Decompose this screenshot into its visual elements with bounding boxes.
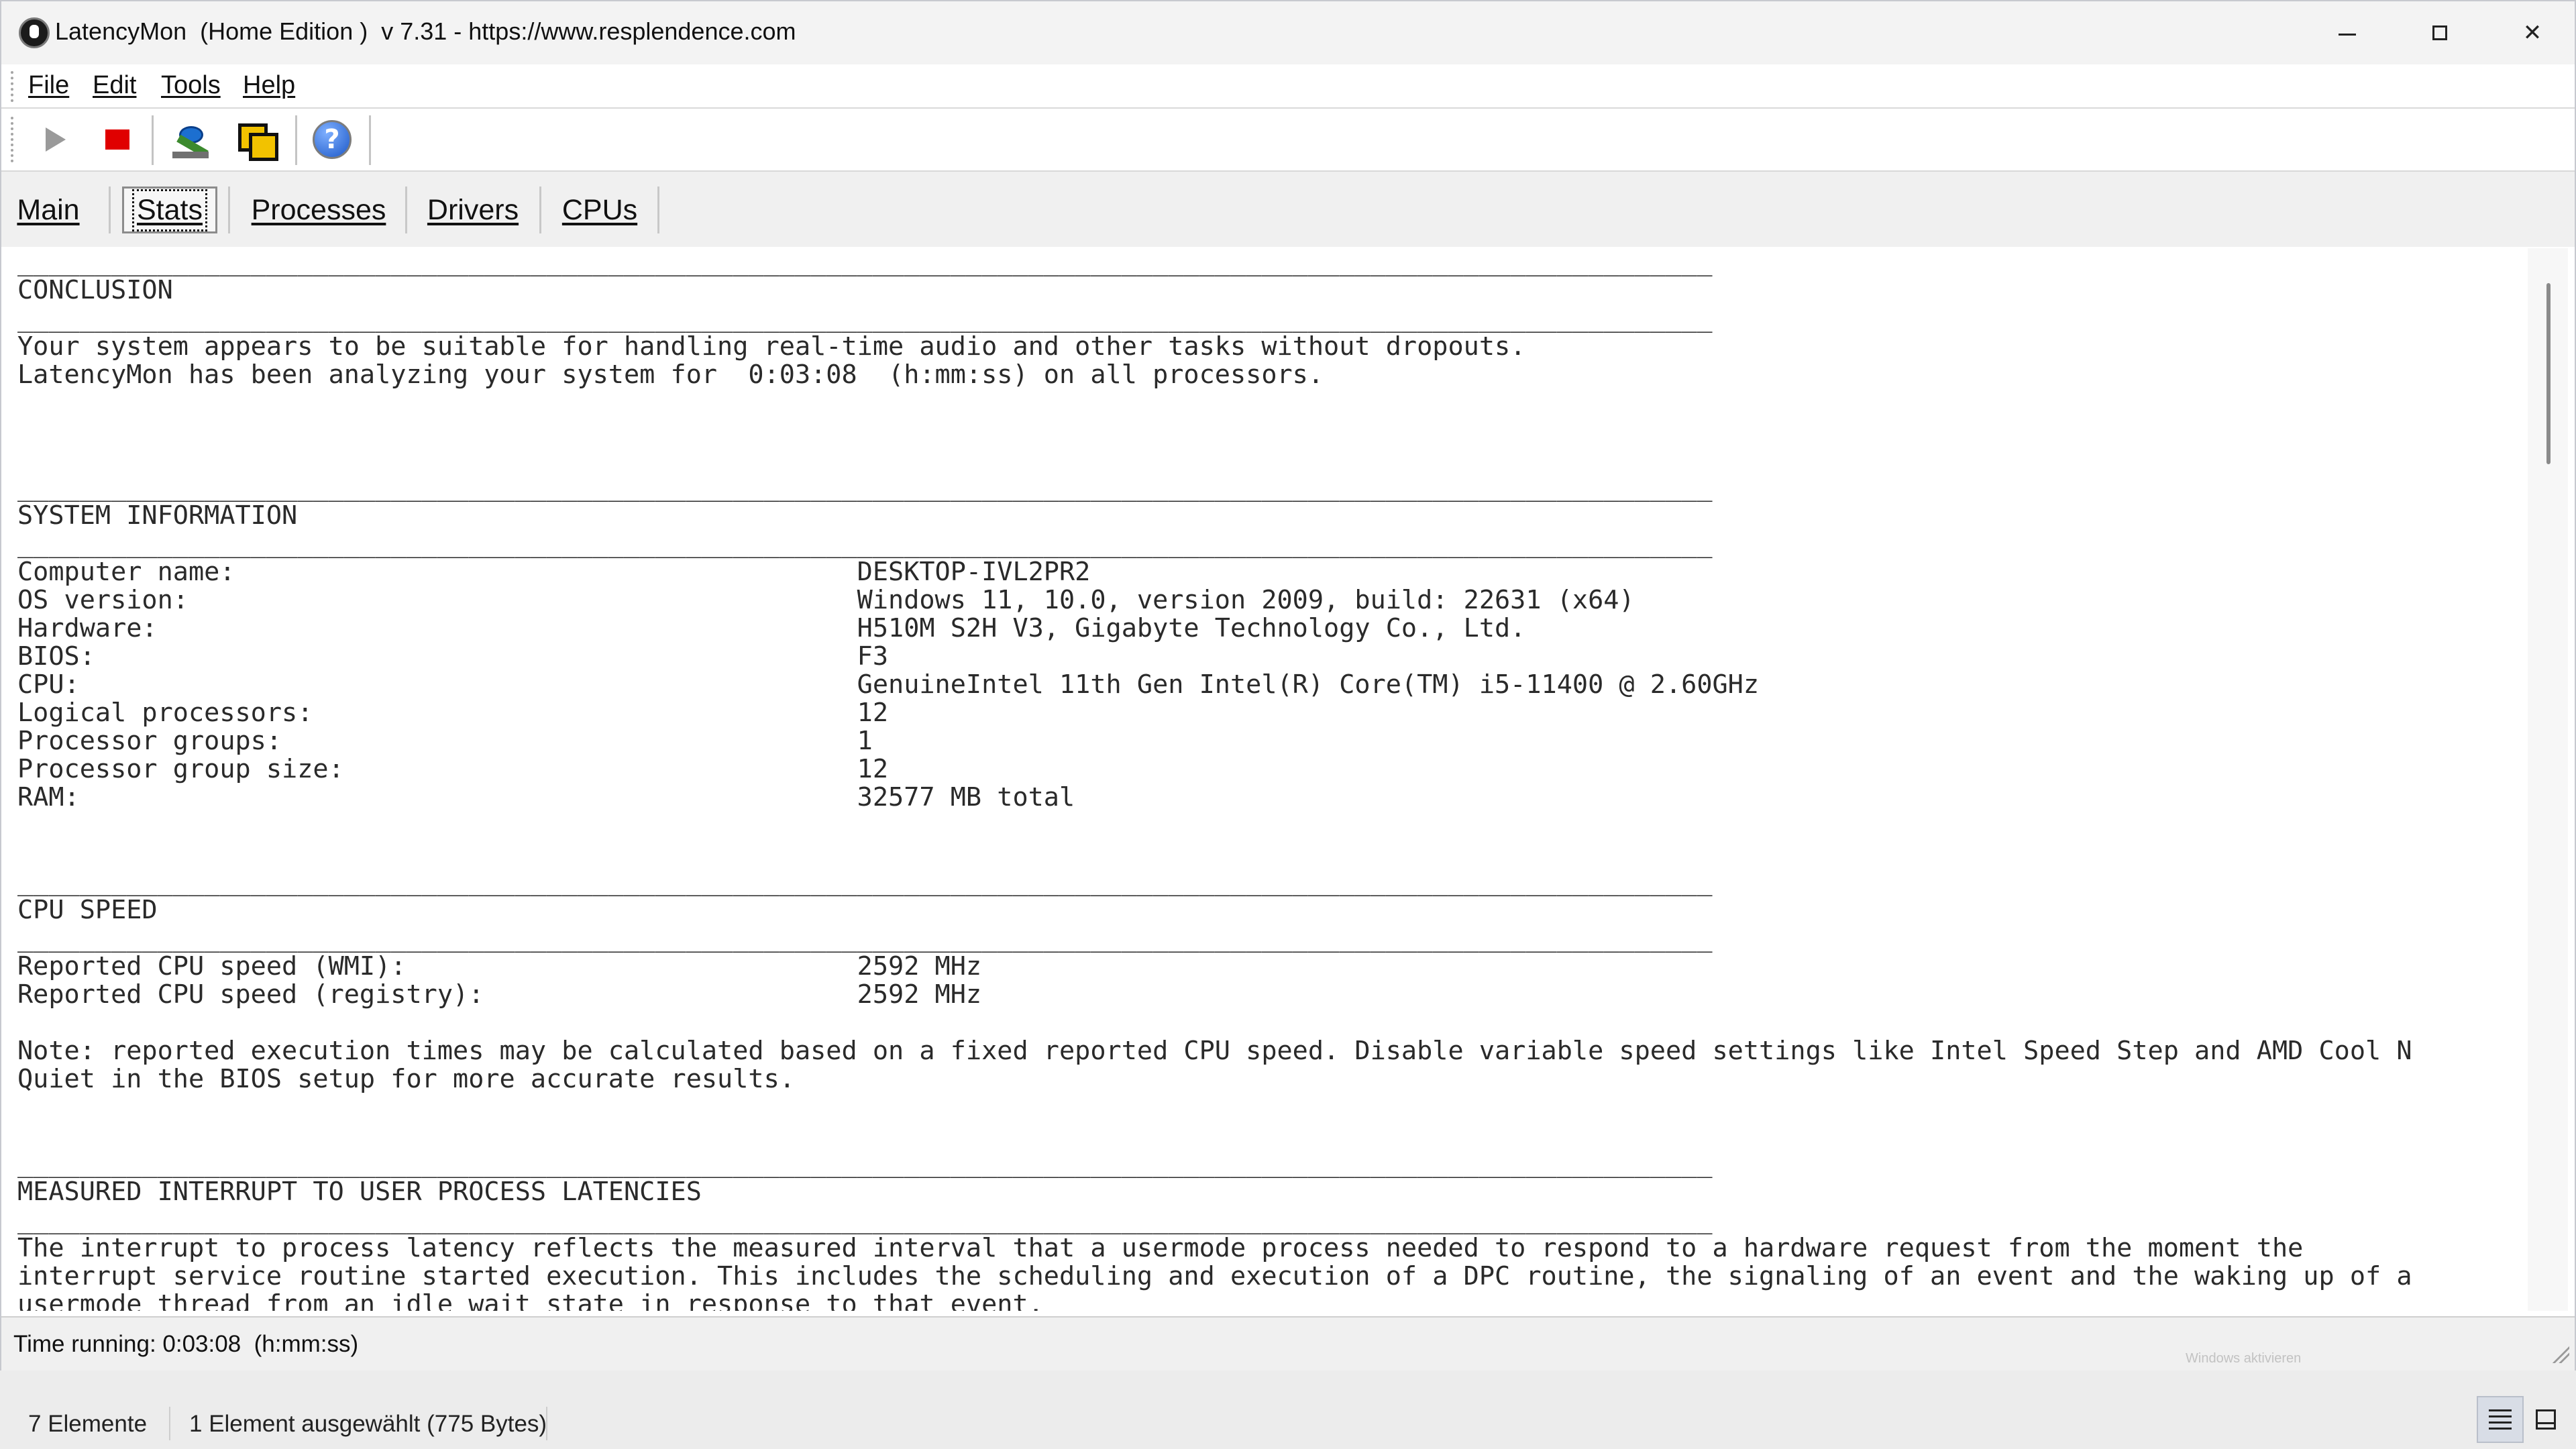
stats-report-pane[interactable]: ________________________________________… [11, 248, 2528, 1311]
menu-edit[interactable]: Edit [93, 71, 136, 100]
tab-stats-label: Stats [132, 189, 207, 231]
title-bar[interactable]: LatencyMon (Home Edition ) v 7.31 - http… [1, 1, 2575, 64]
stats-report-text: ________________________________________… [17, 248, 2412, 1311]
window-title: LatencyMon (Home Edition ) v 7.31 - http… [55, 17, 796, 45]
tiles-view-button[interactable] [2522, 1396, 2569, 1443]
menu-tools[interactable]: Tools [161, 71, 221, 100]
toolbar-grip[interactable] [11, 117, 13, 162]
help-icon: ? [313, 120, 352, 159]
tab-separator [228, 186, 230, 233]
tab-bar: Main Stats Processes Drivers CPUs [1, 172, 2575, 247]
start-button[interactable] [32, 117, 79, 162]
close-icon: ✕ [2522, 19, 2542, 46]
explorer-selection-info: 1 Element ausgewählt (775 Bytes) [189, 1411, 547, 1437]
tab-main-label: Main [17, 193, 80, 226]
minimize-icon [2339, 33, 2356, 36]
toolbar-separator [295, 115, 297, 165]
tab-cpus-label: CPUs [561, 193, 638, 226]
tab-separator [539, 186, 541, 233]
menu-bar: File Edit Tools Help [1, 64, 2575, 109]
tab-cpus[interactable]: CPUs [546, 186, 653, 233]
help-button[interactable]: ? [309, 117, 356, 162]
time-running-label: Time running: 0:03:08 (h:mm:ss) [13, 1331, 359, 1357]
status-bar: Time running: 0:03:08 (h:mm:ss) Windows … [1, 1316, 2575, 1372]
toolbar-separator [152, 115, 154, 165]
tab-main[interactable]: Main [8, 186, 89, 233]
maximize-button[interactable] [2394, 1, 2486, 64]
tab-processes[interactable]: Processes [236, 186, 401, 233]
status-separator [169, 1407, 170, 1440]
scrollbar-thumb[interactable] [2546, 283, 2551, 464]
menu-file[interactable]: File [28, 71, 69, 100]
details-view-icon [2489, 1409, 2512, 1430]
tab-drivers-label: Drivers [427, 193, 519, 226]
tab-processes-label: Processes [251, 193, 386, 226]
tab-stats[interactable]: Stats [122, 186, 217, 233]
close-button[interactable]: ✕ [2486, 1, 2576, 64]
resize-grip[interactable] [2551, 1344, 2569, 1363]
details-view-button[interactable] [2477, 1396, 2524, 1443]
tab-separator [405, 186, 407, 233]
status-separator [546, 1407, 547, 1440]
minimize-button[interactable] [2301, 1, 2394, 64]
tab-separator [109, 186, 111, 233]
activation-watermark: Windows aktivieren [2186, 1351, 2302, 1366]
explorer-item-count: 7 Elemente [28, 1411, 148, 1437]
stop-button[interactable] [94, 117, 141, 162]
latencymon-app-icon [19, 17, 50, 48]
tools-button[interactable] [168, 117, 215, 162]
play-icon [46, 127, 66, 152]
toolbar-separator [369, 115, 371, 165]
menu-grip[interactable] [11, 71, 13, 102]
tab-separator [657, 186, 659, 233]
latencymon-window: LatencyMon (Home Edition ) v 7.31 - http… [0, 0, 2576, 1372]
menu-help[interactable]: Help [243, 71, 295, 100]
maximize-icon [2432, 25, 2447, 40]
tools-icon [170, 118, 213, 161]
cpu-icon [235, 121, 278, 161]
tab-drivers[interactable]: Drivers [412, 186, 534, 233]
vertical-scrollbar[interactable] [2528, 248, 2568, 1311]
explorer-status-bar: 7 Elemente 1 Element ausgewählt (775 Byt… [0, 1371, 2576, 1449]
tiles-view-icon [2536, 1409, 2556, 1430]
cpu-button[interactable] [232, 117, 279, 162]
toolbar: ? [1, 109, 2575, 172]
stop-icon [105, 129, 129, 150]
